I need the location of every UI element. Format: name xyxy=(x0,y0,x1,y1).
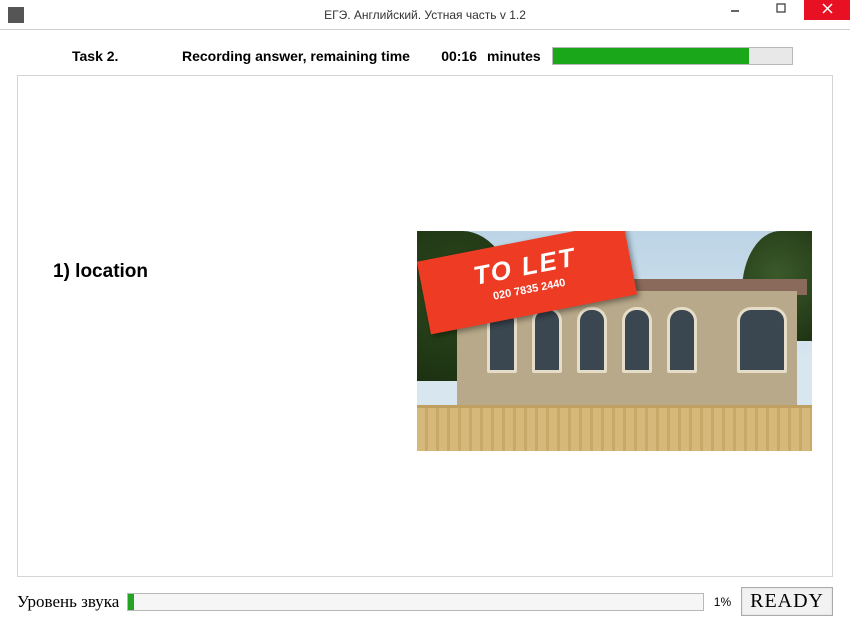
sound-meter xyxy=(127,593,703,611)
image-window xyxy=(622,307,652,373)
window-controls xyxy=(712,0,850,29)
time-progress xyxy=(552,47,793,65)
header-bar: Task 2. Recording answer, remaining time… xyxy=(17,47,833,65)
sound-label: Уровень звука xyxy=(17,592,119,612)
close-button[interactable] xyxy=(804,0,850,20)
image-fence xyxy=(417,405,812,451)
maximize-icon xyxy=(776,3,786,13)
close-icon xyxy=(822,3,833,14)
sound-percent: 1% xyxy=(714,595,731,609)
image-window xyxy=(577,307,607,373)
footer-bar: Уровень звука 1% READY xyxy=(17,577,833,616)
task-label: Task 2. xyxy=(72,48,182,64)
ready-button[interactable]: READY xyxy=(741,587,833,616)
image-window xyxy=(667,307,697,373)
maximize-button[interactable] xyxy=(758,0,804,20)
minimize-icon xyxy=(730,3,740,13)
prompt-text: 1) location xyxy=(53,261,148,283)
sound-meter-fill xyxy=(128,594,134,610)
client-area: Task 2. Recording answer, remaining time… xyxy=(0,30,850,633)
window-title: ЕГЭ. Английский. Устная часть v 1.2 xyxy=(324,8,526,22)
task-image: TO LET 020 7835 2440 xyxy=(417,231,812,451)
main-panel: 1) location TO LET 020 7835 2440 xyxy=(17,75,833,577)
minutes-label: minutes xyxy=(487,48,547,64)
time-progress-fill xyxy=(553,48,749,64)
minimize-button[interactable] xyxy=(712,0,758,20)
image-window xyxy=(532,307,562,373)
titlebar: ЕГЭ. Английский. Устная часть v 1.2 xyxy=(0,0,850,30)
status-label: Recording answer, remaining time xyxy=(182,48,432,64)
image-window xyxy=(737,307,787,373)
app-icon xyxy=(8,7,24,23)
time-value: 00:16 xyxy=(432,48,487,64)
